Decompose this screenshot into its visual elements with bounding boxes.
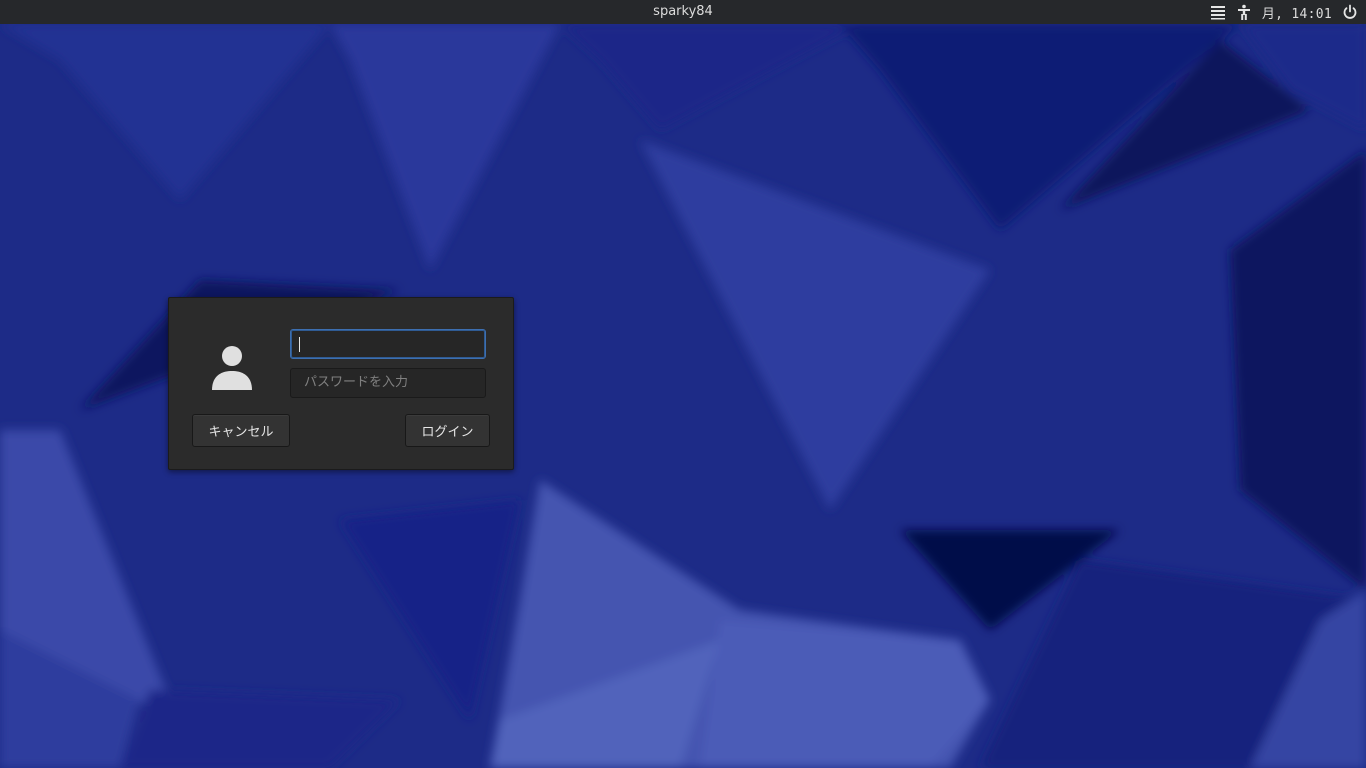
- username-input[interactable]: [290, 329, 486, 359]
- accessibility-icon[interactable]: [1236, 4, 1252, 20]
- top-panel: sparky84 月, 14:01: [0, 0, 1366, 24]
- hostname-label: sparky84: [653, 4, 713, 19]
- login-button-label: ログイン: [421, 425, 474, 440]
- text-caret: [299, 337, 300, 352]
- clock[interactable]: 月, 14:01: [1262, 3, 1332, 22]
- login-dialog: パスワードを入力 キャンセル ログイン: [168, 297, 514, 470]
- menu-icon[interactable]: [1210, 4, 1226, 20]
- user-avatar-icon: [210, 345, 254, 393]
- password-input[interactable]: パスワードを入力: [290, 368, 486, 398]
- login-button[interactable]: ログイン: [405, 414, 490, 447]
- login-screen: sparky84 月, 14:01 パスワードを入力 キャンセル ログイン: [0, 0, 1366, 768]
- system-indicators: 月, 14:01: [1210, 0, 1358, 24]
- power-icon[interactable]: [1342, 4, 1358, 20]
- password-placeholder: パスワードを入力: [304, 375, 409, 390]
- cancel-button-label: キャンセル: [208, 425, 274, 440]
- cancel-button[interactable]: キャンセル: [192, 414, 290, 447]
